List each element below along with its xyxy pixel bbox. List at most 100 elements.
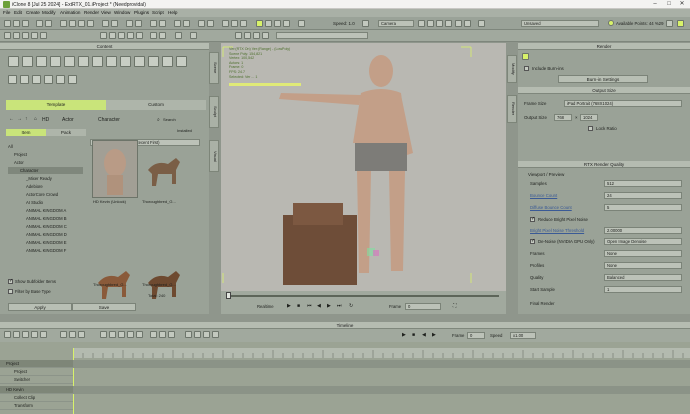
maximize-button[interactable]: □ — [664, 1, 674, 8]
profiles-select[interactable]: None — [604, 262, 682, 269]
playback-slider[interactable] — [227, 295, 499, 297]
content-search-input[interactable] — [276, 32, 368, 39]
noise-threshold-label[interactable]: Bright Pixel Noise Threshold — [530, 228, 584, 233]
timeline-tool-7-icon[interactable] — [69, 331, 76, 338]
tab-visual[interactable]: Visual — [209, 140, 219, 172]
motion-planning-logo-icon[interactable] — [40, 32, 47, 39]
timeline-tool-20-icon[interactable] — [212, 331, 219, 338]
camera-fly-icon[interactable] — [362, 20, 369, 27]
body-icon[interactable] — [150, 32, 157, 39]
timeline-ruler[interactable] — [73, 348, 690, 358]
prev-frame-icon[interactable]: ◀ — [317, 303, 321, 309]
samples-input[interactable]: 512 — [604, 180, 682, 187]
timeline-tool-4-icon[interactable] — [31, 331, 38, 338]
burnin-settings-button[interactable]: Burn-in Settings — [558, 75, 648, 83]
timeline-tool-2-icon[interactable] — [13, 331, 20, 338]
filter-base-type-checkbox[interactable] — [8, 289, 13, 294]
forward-icon[interactable]: → — [17, 116, 22, 122]
sub-category-3-icon[interactable] — [32, 75, 41, 84]
motion-icon[interactable] — [159, 20, 166, 27]
tl-track[interactable] — [73, 386, 690, 394]
tl-row-actor-header[interactable]: HD Kevin — [0, 386, 73, 394]
render-mode-icon[interactable] — [522, 53, 529, 60]
tree-item[interactable]: ANIMAL KINGDOM F — [26, 248, 66, 253]
tl-prev-icon[interactable]: ◀ — [422, 332, 426, 338]
view-zoom-icon[interactable] — [464, 20, 471, 27]
actor-category-icon[interactable] — [22, 56, 33, 67]
particle-category-icon[interactable] — [120, 56, 131, 67]
timeline-tool-10-icon[interactable] — [109, 331, 116, 338]
show-subfolder-checkbox[interactable] — [8, 278, 13, 284]
tree-category-icon[interactable] — [134, 56, 145, 67]
timeline-tool-12-icon[interactable] — [127, 331, 134, 338]
view-persp-icon[interactable] — [455, 20, 462, 27]
tree-item[interactable]: All — [8, 144, 13, 149]
new-project-icon[interactable] — [4, 20, 11, 27]
tree-item[interactable]: _Mixer Ready — [26, 176, 52, 181]
playhead[interactable] — [73, 348, 74, 414]
sub-category-5-icon[interactable] — [56, 75, 65, 84]
menu-animation[interactable]: Animation — [60, 10, 80, 15]
diffuse-bounce-label[interactable]: Diffuse Bounce Count — [530, 205, 572, 210]
grid-icon[interactable] — [222, 20, 229, 27]
menu-render[interactable]: Render — [84, 10, 99, 15]
quality-select[interactable]: Balanced — [604, 274, 682, 281]
timeline-tool-17-icon[interactable] — [185, 331, 192, 338]
timeline-tool-8-icon[interactable] — [78, 331, 85, 338]
undo-icon[interactable] — [36, 20, 43, 27]
smart-gallery-icon[interactable] — [677, 20, 684, 27]
reduce-noise-checkbox[interactable] — [530, 216, 535, 222]
sub-category-2-icon[interactable] — [20, 75, 29, 84]
rotate-icon[interactable] — [78, 20, 85, 27]
select-icon[interactable] — [60, 20, 67, 27]
pose-mirror-icon[interactable] — [235, 32, 242, 39]
select-mode-icon[interactable] — [256, 20, 263, 27]
terrain-category-icon[interactable] — [106, 56, 117, 67]
include-burnin-checkbox[interactable] — [524, 66, 529, 71]
tl-row-transform[interactable]: Transform — [0, 402, 73, 410]
camera-category-icon[interactable] — [64, 56, 75, 67]
timeline-tool-5-icon[interactable] — [40, 331, 47, 338]
gizmo-icon[interactable] — [126, 20, 133, 27]
tree-item[interactable]: AI Studio — [26, 200, 43, 205]
tree-item-selected[interactable]: Character — [20, 168, 38, 173]
accu-pose-logo-icon[interactable] — [190, 32, 197, 39]
tl-track[interactable] — [73, 360, 690, 368]
sky-category-icon[interactable] — [162, 56, 173, 67]
realtime-label[interactable]: Realtime — [257, 304, 274, 309]
edit-motion-icon[interactable] — [159, 32, 166, 39]
tl-row-project[interactable]: Project — [0, 368, 73, 376]
menu-modify[interactable]: Modify — [42, 10, 56, 15]
move-icon[interactable] — [69, 20, 76, 27]
water-category-icon[interactable] — [148, 56, 159, 67]
noise-threshold-input[interactable]: 2.00000 — [604, 227, 682, 234]
scene-toggle-icon[interactable] — [13, 32, 20, 39]
scale-icon[interactable] — [87, 20, 94, 27]
tree-item[interactable]: ANIMAL KINGDOM C — [26, 224, 67, 229]
record-icon[interactable] — [150, 20, 157, 27]
head-icon[interactable] — [136, 32, 143, 39]
tl-speed-select[interactable]: x1.00 — [510, 332, 536, 339]
tree-item[interactable]: ANIMAL KINGDOM D — [26, 232, 67, 237]
tab-pack[interactable]: Pack — [46, 129, 86, 136]
timeline-tool-1-icon[interactable] — [4, 331, 11, 338]
render-mode-select[interactable]: Unsaved — [521, 20, 599, 27]
apply-button[interactable]: Apply — [8, 303, 72, 311]
breadcrumb-character[interactable]: Character — [98, 117, 120, 123]
tl-next-icon[interactable]: ▶ — [432, 332, 436, 338]
timeline-tool-13-icon[interactable] — [136, 331, 143, 338]
save-button[interactable]: Save — [72, 303, 136, 311]
wireframe-icon[interactable] — [240, 20, 247, 27]
menu-file[interactable]: File — [3, 10, 10, 15]
timeline-tool-15-icon[interactable] — [159, 331, 166, 338]
tl-row-switcher[interactable]: Switcher — [0, 376, 73, 384]
camera-tool-icon[interactable] — [198, 20, 205, 27]
playback-handle[interactable] — [226, 292, 231, 299]
menu-create[interactable]: Create — [26, 10, 40, 15]
tree-item[interactable]: ANIMAL KINGDOM A — [26, 208, 66, 213]
search-label[interactable]: Search — [163, 117, 176, 122]
timeline-tool-3-icon[interactable] — [22, 331, 29, 338]
tree-item[interactable]: ActorCore Crowd — [26, 192, 58, 197]
tab-render[interactable]: Render — [507, 95, 517, 123]
view-cam-icon[interactable] — [445, 20, 452, 27]
